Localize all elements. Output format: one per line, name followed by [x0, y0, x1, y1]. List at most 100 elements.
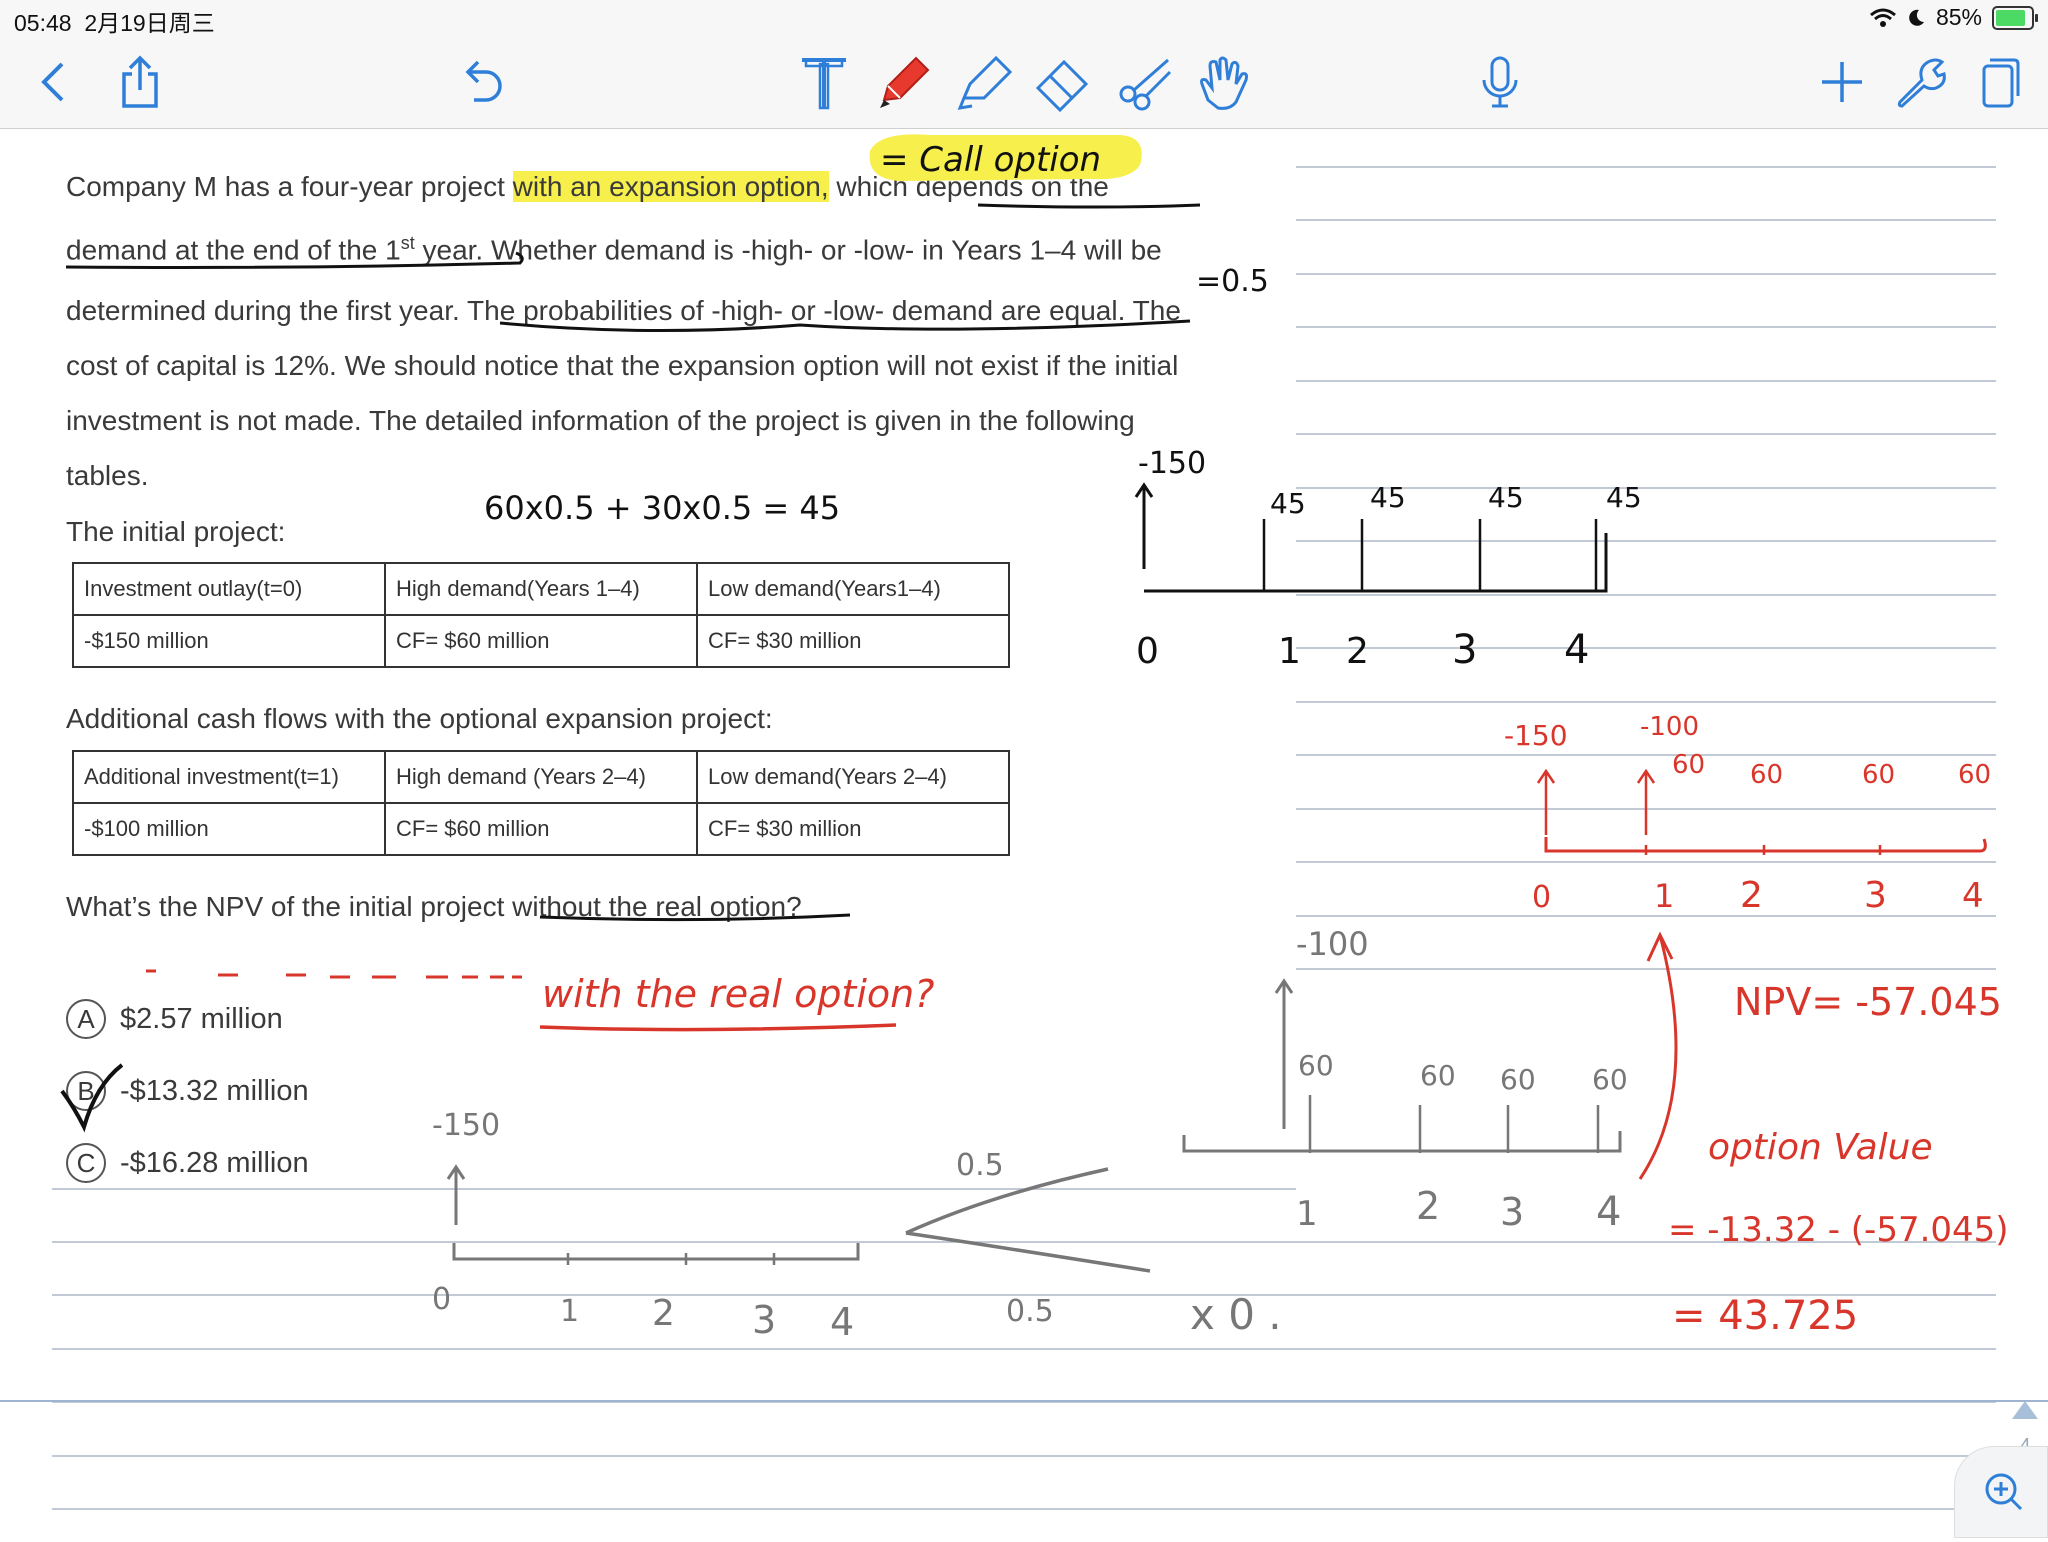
do-not-disturb-moon-icon [1909, 9, 1924, 26]
ink-year: 2 [1346, 631, 1369, 672]
pen-tool-icon [880, 56, 930, 108]
text-tool-button[interactable] [792, 50, 856, 114]
ink-year: 0 [1136, 631, 1159, 672]
ink-gray-minus150: -150 [432, 1108, 500, 1143]
ink-gray-cf60: 60 [1592, 1063, 1628, 1096]
ink-red-year: 0 [1532, 880, 1551, 915]
ink-gray-timeline [1182, 1131, 1622, 1153]
ink-gray-cf60: 60 [1298, 1049, 1334, 1082]
ink-underline [499, 319, 1191, 333]
ink-dashed-line [146, 969, 522, 979]
ink-red-cf60: 60 [1958, 760, 1991, 790]
ink-year: 1 [1278, 631, 1301, 672]
share-icon [122, 55, 158, 108]
pages-view-button[interactable] [1966, 50, 2030, 114]
battery-icon [1992, 5, 2038, 30]
pages-view-icon [1982, 58, 2020, 108]
settings-button[interactable] [1888, 50, 1952, 114]
share-button[interactable] [108, 50, 172, 114]
ink-gray-branch [905, 1231, 1151, 1273]
ink-gray-prob: 0.5 [956, 1148, 1004, 1183]
scissors-tool-icon [1119, 58, 1172, 111]
add-page-icon [1822, 62, 1862, 102]
ink-year: 4 [1564, 627, 1589, 673]
status-indicators: 85% [1869, 4, 2038, 31]
ink-with-real-option: with the real option? [542, 972, 934, 1016]
ink-npv: NPV= -57.045 [1734, 980, 2002, 1024]
add-page-button[interactable] [1810, 50, 1874, 114]
text-tool-icon [802, 58, 846, 110]
ink-timeline [1144, 533, 1608, 593]
lasso-scissors-tool-button[interactable] [1112, 50, 1176, 114]
highlighter-tool-button[interactable] [952, 50, 1016, 114]
ink-underline [977, 203, 1201, 209]
ink-year: 3 [1452, 627, 1477, 673]
ink-cf45: 45 [1370, 481, 1406, 514]
note-page[interactable]: Company M has a four-year project with a… [0, 129, 2048, 1538]
ink-underline [65, 251, 524, 269]
settings-wrench-icon [1897, 58, 1946, 108]
back-button[interactable] [22, 50, 86, 114]
ink-option-value-result: = 43.725 [1672, 1293, 1858, 1339]
ink-half: =0.5 [1196, 264, 1269, 299]
ink-red-minus100: -100 [1640, 712, 1699, 742]
ink-red-timeline [1544, 837, 1987, 853]
ink-red-year: 4 [1962, 876, 1984, 916]
hand-tool-icon [1200, 56, 1248, 110]
highlighter-tool-icon [957, 55, 1013, 110]
ink-option-value-calc: = -13.32 - (-57.045) [1668, 1210, 2009, 1250]
record-audio-button[interactable] [1468, 50, 1532, 114]
toolbar [0, 36, 2048, 129]
ink-minus150: -150 [1138, 446, 1206, 481]
pen-tool-button[interactable] [870, 50, 934, 114]
ink-cf45: 45 [1606, 481, 1642, 514]
ink-gray-times-zero: x 0 . [1190, 1290, 1282, 1339]
ink-gray-year: 2 [1416, 1184, 1440, 1228]
ink-gray-year: 3 [1500, 1190, 1524, 1234]
ink-option-value: option Value [1708, 1127, 1933, 1168]
ink-gray-year: 4 [830, 1300, 854, 1344]
ink-gray-year: 3 [752, 1298, 776, 1342]
ink-red-minus150: -150 [1504, 719, 1568, 752]
ink-underline [539, 913, 851, 922]
ink-gray-cf60: 60 [1500, 1063, 1536, 1096]
ink-red-year: 1 [1654, 877, 1674, 915]
ink-red-cf60: 60 [1672, 750, 1705, 780]
ink-cf45: 45 [1270, 487, 1306, 520]
ink-red-year: 3 [1864, 875, 1887, 916]
ink-gray-cf60: 60 [1420, 1059, 1456, 1092]
back-icon [41, 62, 64, 102]
ink-cf45: 45 [1488, 481, 1524, 514]
zoom-in-icon [1985, 1473, 2023, 1511]
wifi-icon [1869, 8, 1896, 27]
handwriting-ink-layer: = Call option =0.5 60x0.5 + 30x0.5 = 45 … [60, 134, 2009, 1344]
ink-checkmark-icon [60, 1063, 124, 1133]
eraser-tool-icon [1035, 59, 1089, 113]
status-bar: 05:48 2月19日周三 85% [0, 0, 2048, 36]
zoom-button[interactable] [1954, 1446, 2048, 1538]
ink-gray-year: 0 [432, 1282, 451, 1317]
ink-red-cf60: 60 [1862, 760, 1895, 790]
ink-gray-minus100: -100 [1296, 925, 1369, 963]
ink-red-arrow [1638, 931, 1678, 1180]
ink-cf-arrows [1262, 519, 1598, 591]
microphone-icon [1482, 56, 1518, 108]
undo-button[interactable] [450, 50, 514, 114]
ink-gray-year: 2 [652, 1293, 675, 1334]
battery-percent: 85% [1935, 4, 1982, 30]
hand-tool-button[interactable] [1190, 50, 1254, 114]
ink-expected-cf: 60x0.5 + 30x0.5 = 45 [484, 489, 840, 527]
undo-icon [465, 60, 502, 102]
battery-level [1996, 9, 2025, 26]
status-time: 05:48 2月19日周三 [14, 10, 215, 36]
eraser-tool-button[interactable] [1030, 50, 1094, 114]
ink-gray-year: 4 [1596, 1189, 1621, 1235]
ink-red-cf60: 60 [1750, 760, 1783, 790]
ink-gray-prob: 0.5 [1006, 1294, 1054, 1329]
ink-call-option: = Call option [880, 140, 1101, 180]
ink-red-year: 2 [1740, 875, 1763, 916]
ink-gray-branch [905, 1167, 1109, 1235]
ink-gray-year: 1 [1296, 1194, 1318, 1234]
ink-gray-year: 1 [560, 1294, 579, 1329]
page-up-icon[interactable] [2010, 1399, 2040, 1421]
